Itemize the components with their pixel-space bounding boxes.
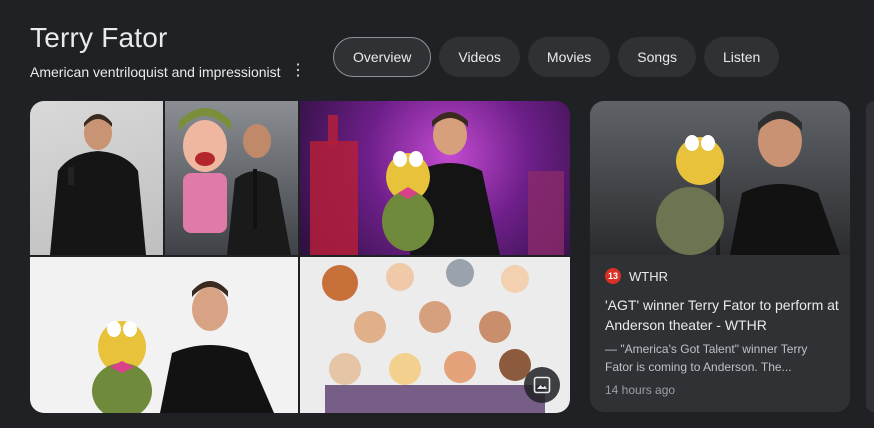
tab-listen[interactable]: Listen [703, 37, 780, 77]
tab-videos[interactable]: Videos [439, 37, 520, 77]
source-name: WTHR [629, 268, 668, 284]
tab-movies[interactable]: Movies [527, 37, 611, 77]
person-illustration [50, 114, 146, 255]
news-snippet: — "America's Got Talent" winner Terry Fa… [605, 342, 808, 374]
next-card-edge[interactable] [866, 101, 874, 412]
tab-bar: Overview Videos Movies Songs Listen [333, 37, 780, 77]
entity-title: Terry Fator [30, 22, 168, 53]
news-card-image [590, 101, 850, 255]
image-icon[interactable] [524, 367, 560, 403]
news-timestamp: 14 hours ago [605, 383, 676, 397]
news-headline[interactable]: 'AGT' winner Terry Fator to perform at A… [605, 295, 840, 335]
news-card[interactable]: 13 WTHR 'AGT' winner Terry Fator to perf… [590, 101, 850, 412]
puppet-illustration [179, 108, 291, 255]
tab-songs[interactable]: Songs [618, 37, 696, 77]
tab-overview[interactable]: Overview [333, 37, 432, 77]
more-vert-icon[interactable]: ⋮ [290, 62, 306, 80]
image-grid [30, 101, 570, 413]
portrait-illustration [92, 281, 274, 413]
image-tile-2[interactable] [165, 101, 298, 255]
image-tile-5[interactable] [300, 257, 570, 413]
image-tile-4[interactable] [30, 257, 298, 413]
stage-illustration [310, 112, 564, 255]
entity-subtitle: American ventriloquist and impressionist [30, 64, 281, 80]
image-tile-3[interactable] [300, 101, 570, 255]
source-logo: 13 [605, 268, 621, 284]
image-tile-1[interactable] [30, 101, 163, 255]
image-glyph [533, 376, 551, 394]
news-photo-illustration [656, 111, 840, 255]
news-source: 13 WTHR [605, 268, 668, 284]
